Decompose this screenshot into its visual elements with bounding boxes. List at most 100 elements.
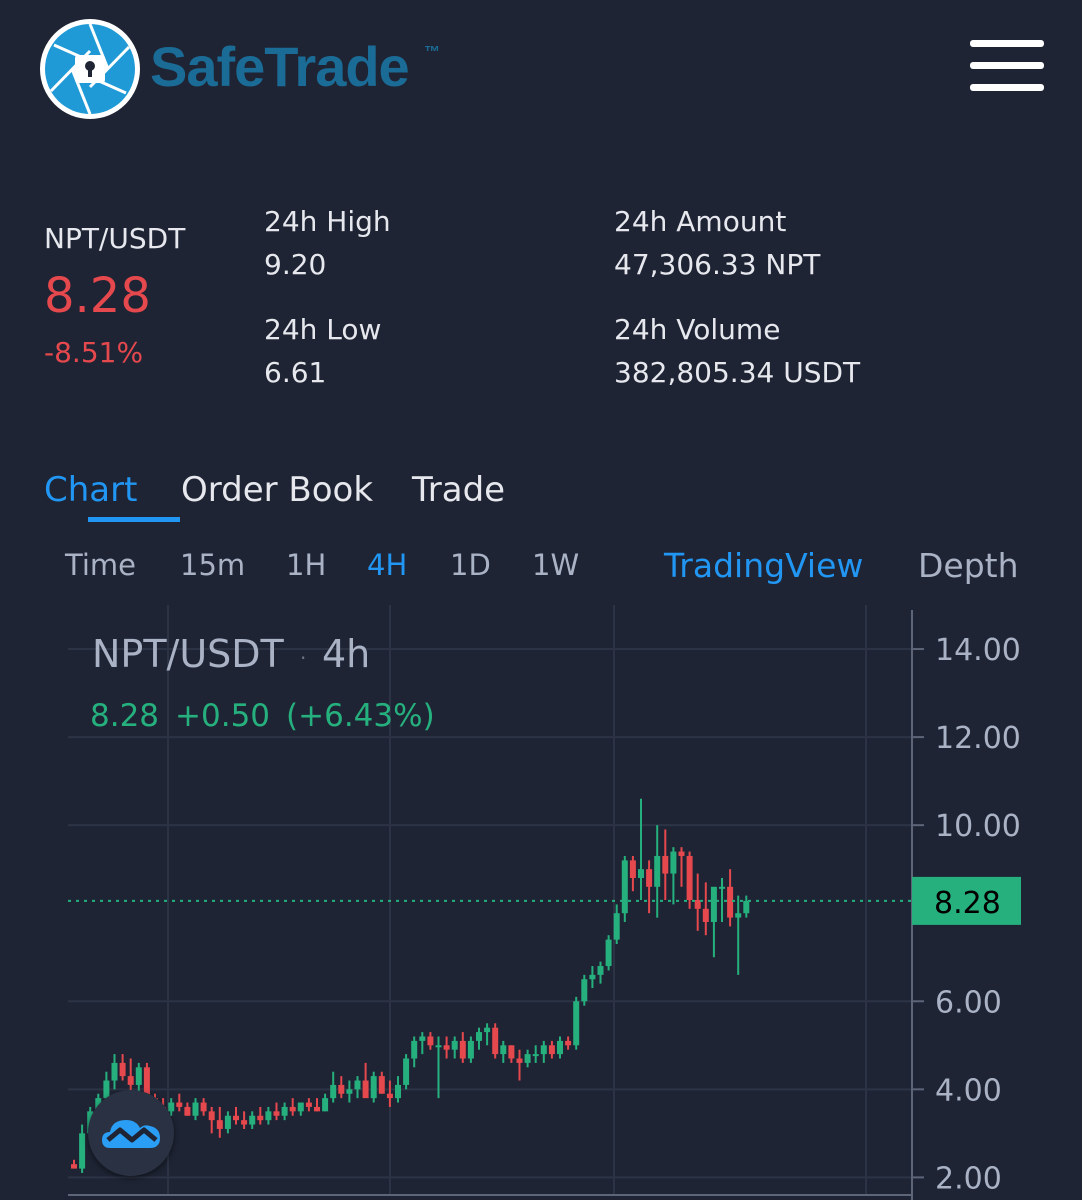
candle-down xyxy=(516,1058,523,1063)
low-value: 6.61 xyxy=(264,356,327,389)
tradingview-view-button[interactable]: TradingView xyxy=(664,546,863,585)
amount-label: 24h Amount xyxy=(614,205,787,238)
candle-down xyxy=(427,1036,434,1046)
last-price-line: 8.28 xyxy=(68,876,1021,925)
candle-up xyxy=(710,886,717,923)
last-price: 8.28 xyxy=(44,268,151,324)
candle-down xyxy=(200,1102,207,1112)
candle-down xyxy=(233,1115,239,1121)
candle-down xyxy=(548,1045,555,1055)
candle-down xyxy=(727,886,734,918)
candle-down xyxy=(378,1076,385,1094)
candle-down xyxy=(216,1120,223,1129)
tab-chart[interactable]: Chart xyxy=(44,470,137,510)
tab-trade[interactable]: Trade xyxy=(412,470,505,510)
high-value: 9.20 xyxy=(264,248,327,281)
candle-up xyxy=(354,1080,361,1090)
candle-down xyxy=(362,1080,369,1099)
volume-value: 382,805.34 USDT xyxy=(614,356,861,389)
chart-legend-change: +0.50 xyxy=(175,698,271,734)
active-tab-indicator xyxy=(88,517,180,522)
chart-legend-change-pct: (+6.43%) xyxy=(286,698,435,734)
candle-down xyxy=(127,1076,134,1085)
interval-time[interactable]: Time xyxy=(65,548,136,582)
candle-up xyxy=(346,1089,353,1094)
interval-1w[interactable]: 1W xyxy=(532,548,579,582)
tab-order-book[interactable]: Order Book xyxy=(181,470,373,510)
candle-down xyxy=(443,1045,450,1050)
candle-down xyxy=(662,855,669,874)
candle-down xyxy=(646,869,653,887)
candle-down xyxy=(508,1045,515,1059)
candle-up xyxy=(322,1098,329,1112)
candle-up xyxy=(605,939,612,967)
candle-up xyxy=(557,1040,563,1055)
candle-up xyxy=(476,1032,482,1041)
interval-15m[interactable]: 15m xyxy=(180,548,245,582)
depth-view-button[interactable]: Depth xyxy=(918,546,1019,585)
candle-down xyxy=(119,1062,126,1077)
candle-up xyxy=(735,913,742,918)
candle-up xyxy=(370,1076,377,1099)
candle-down xyxy=(694,900,701,909)
last-price-badge-label: 8.28 xyxy=(934,886,1001,921)
candle-up xyxy=(524,1054,531,1063)
candle-up xyxy=(330,1084,337,1099)
trademark-mark: ™ xyxy=(424,44,440,61)
candle-up xyxy=(670,851,677,874)
candle-up xyxy=(111,1062,118,1081)
candle-up xyxy=(719,886,725,889)
candle-up xyxy=(281,1106,288,1116)
hamburger-menu-icon[interactable] xyxy=(970,40,1044,94)
candle-down xyxy=(241,1120,248,1125)
candle-down xyxy=(176,1102,183,1107)
candle-up xyxy=(411,1040,418,1059)
price-axis-label: 10.00 xyxy=(935,809,1021,844)
candle-up xyxy=(589,974,596,980)
safetrade-logo-icon xyxy=(40,19,140,119)
candle-up xyxy=(297,1102,304,1112)
low-label: 24h Low xyxy=(264,313,382,346)
interval-4h[interactable]: 4H xyxy=(367,548,407,582)
candle-down xyxy=(305,1102,312,1107)
interval-1d[interactable]: 1D xyxy=(450,548,491,582)
candle-up xyxy=(532,1054,539,1057)
chart-legend-values: 8.28 +0.50 (+6.43%) xyxy=(90,698,451,734)
candle-down xyxy=(702,908,709,923)
candle-down xyxy=(314,1106,320,1112)
candle-up xyxy=(743,900,750,914)
volume-label: 24h Volume xyxy=(614,313,781,346)
candle-down xyxy=(208,1111,215,1121)
chart-legend-interval: 4h xyxy=(322,632,371,676)
candle-down xyxy=(71,1164,77,1169)
candle-up xyxy=(435,1045,442,1048)
candle-down xyxy=(565,1040,572,1046)
candle-down xyxy=(289,1106,296,1112)
candle-down xyxy=(678,851,685,856)
chart-legend-separator: · xyxy=(300,646,307,670)
tradingview-badge-button[interactable] xyxy=(88,1090,174,1176)
candle-up xyxy=(573,1001,580,1046)
candle-up xyxy=(540,1045,547,1055)
interval-1h[interactable]: 1H xyxy=(286,548,326,582)
market-pair: NPT/USDT xyxy=(44,222,186,255)
amount-value: 47,306.33 NPT xyxy=(614,248,821,281)
chart-legend-pair: NPT/USDT xyxy=(92,632,284,676)
candle-up xyxy=(597,966,604,975)
candle-up xyxy=(654,855,661,887)
price-change-percent: -8.51% xyxy=(44,336,144,369)
candle-up xyxy=(467,1040,474,1059)
candle-up xyxy=(451,1040,458,1050)
candle-down xyxy=(386,1093,393,1099)
cloud-chart-icon xyxy=(102,1120,160,1148)
candle-down xyxy=(338,1084,345,1094)
price-axis-label: 6.00 xyxy=(935,985,1002,1020)
candle-up xyxy=(613,913,620,940)
candle-down xyxy=(629,860,636,878)
price-axis-label: 2.00 xyxy=(935,1161,1002,1196)
candle-up xyxy=(79,1133,86,1169)
candle-down xyxy=(686,855,693,900)
price-axis-label: 12.00 xyxy=(935,721,1021,756)
candle-up xyxy=(484,1027,491,1033)
candle-down xyxy=(184,1106,191,1116)
